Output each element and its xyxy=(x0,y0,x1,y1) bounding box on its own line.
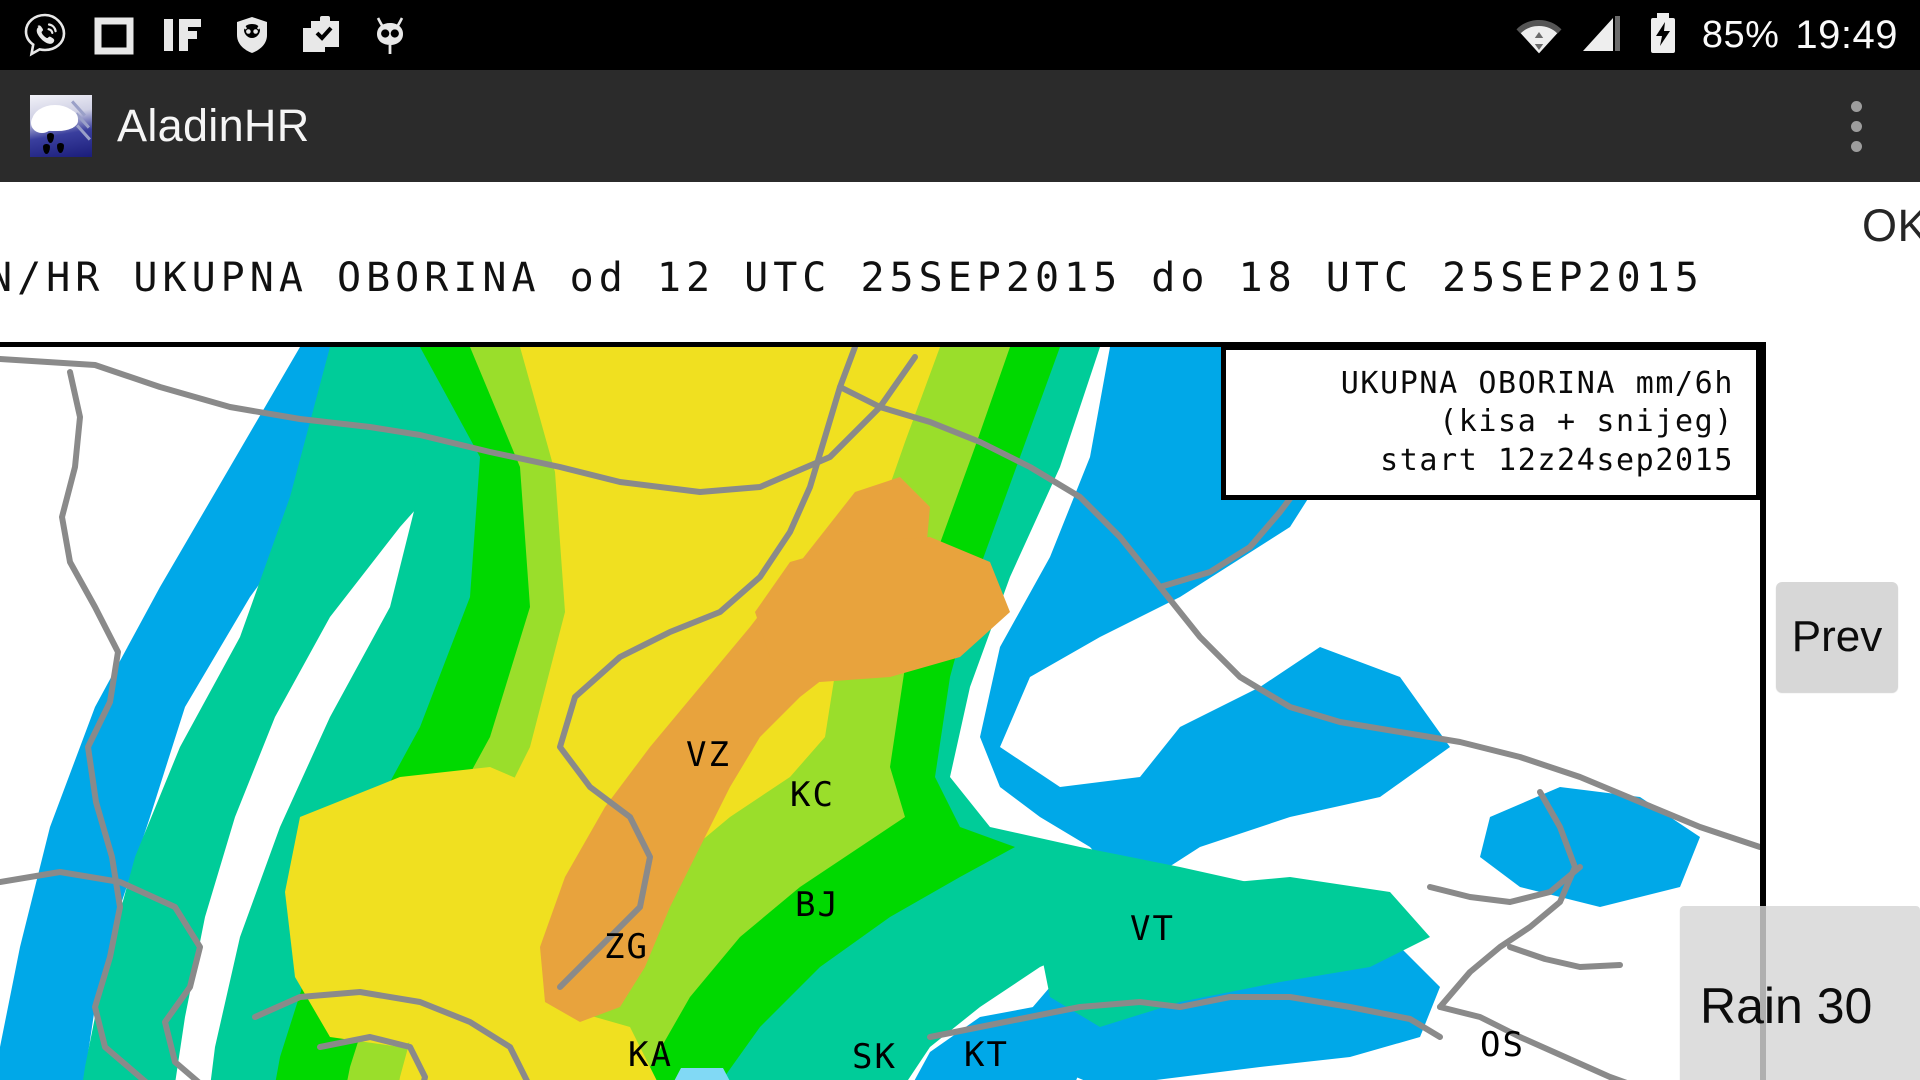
legend-line-3: start 12z24sep2015 xyxy=(1380,442,1734,478)
status-bar-clock: 19:49 xyxy=(1795,13,1898,57)
city-label: OS xyxy=(1480,1025,1525,1065)
status-bar: 85% 19:49 xyxy=(0,0,1920,70)
wifi-icon xyxy=(1516,10,1562,61)
city-label: VZ xyxy=(686,735,731,775)
viber-icon xyxy=(22,12,68,58)
main-content: OK N/HR UKUPNA OBORINA od 12 UTC 25SEP20… xyxy=(0,182,1920,1080)
city-label: KA xyxy=(628,1035,673,1075)
battery-charging-icon xyxy=(1640,10,1686,61)
city-label: ZG xyxy=(604,927,649,967)
city-label: VT xyxy=(1130,909,1175,949)
timestep-slider[interactable] xyxy=(0,1068,1760,1080)
status-bar-notification-icons xyxy=(0,12,413,58)
prev-button[interactable]: Prev xyxy=(1776,582,1898,692)
status-bar-system-icons: 85% 19:49 xyxy=(1516,0,1898,70)
app-bar: AladinHR xyxy=(0,70,1920,182)
rain-30-button[interactable]: Rain 30 xyxy=(1680,906,1920,1080)
square-icon xyxy=(91,12,137,58)
battery-percent: 85% xyxy=(1701,14,1780,56)
precipitation-map[interactable]: VZ KC BJ VT ZG KA SK KT OS VU VK SP SB O… xyxy=(0,342,1766,1080)
aladin-rain-cloud-icon xyxy=(30,95,92,157)
cellular-signal-icon xyxy=(1578,10,1624,61)
map-legend-box: UKUPNA OBORINA mm/6h (kisa + snijeg) sta… xyxy=(1221,347,1760,500)
iftt-icon xyxy=(160,12,206,58)
ok-button[interactable]: OK xyxy=(1862,200,1920,252)
clipboard-check-icon xyxy=(298,12,344,58)
city-label: KT xyxy=(964,1035,1009,1075)
legend-line-2: (kisa + snijeg) xyxy=(1439,404,1734,440)
cyanogenmod-icon xyxy=(367,12,413,58)
overflow-menu-icon[interactable] xyxy=(1832,70,1880,182)
city-label: BJ xyxy=(795,885,840,925)
app-title: AladinHR xyxy=(117,100,310,151)
forecast-title: N/HR UKUPNA OBORINA od 12 UTC 25SEP2015 … xyxy=(0,255,1704,301)
phone-screen: 85% 19:49 AladinHR OK N/HR UKUPNA OBORIN… xyxy=(0,0,1920,1080)
city-label: KC xyxy=(790,775,835,815)
privacy-guard-shield-icon xyxy=(229,12,275,58)
legend-line-1: UKUPNA OBORINA mm/6h xyxy=(1340,366,1734,402)
